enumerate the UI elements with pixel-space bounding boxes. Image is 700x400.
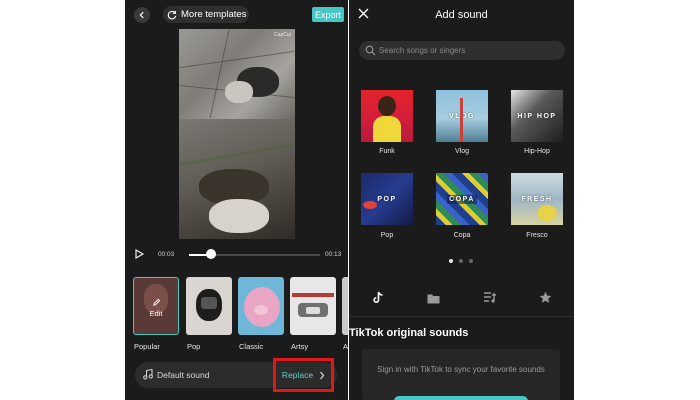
genre-label: Hip-Hop — [524, 148, 550, 155]
folder-icon[interactable] — [427, 293, 440, 304]
genre-label: Fresco — [526, 232, 548, 239]
genre-overlay-text: FRESH — [521, 195, 553, 203]
genre-funk[interactable] — [361, 90, 413, 142]
genre-vlog[interactable]: VLOG — [436, 90, 488, 142]
genre-thumbnail-image — [373, 116, 401, 142]
total-time: 00:13 — [325, 251, 342, 258]
music-note-icon — [143, 369, 153, 380]
signin-button[interactable] — [394, 396, 528, 400]
template-ar[interactable] — [342, 277, 348, 335]
replace-button[interactable]: Replace — [273, 358, 334, 392]
car-image — [306, 307, 320, 314]
back-button[interactable] — [134, 7, 150, 23]
template-popular[interactable]: Edit — [133, 277, 179, 335]
page-dot[interactable] — [449, 259, 453, 263]
genre-thumbnail-image — [363, 201, 377, 209]
template-artsy[interactable] — [290, 277, 336, 335]
section-title: TikTok original sounds — [349, 327, 469, 339]
signin-card: Sign in with TikTok to sync your favorit… — [362, 349, 560, 400]
template-pop[interactable] — [186, 277, 232, 335]
template-label: Popular — [134, 342, 160, 351]
search-bar[interactable] — [359, 41, 565, 60]
export-button[interactable]: Export — [312, 7, 344, 22]
genre-overlay-text: POP — [377, 195, 397, 203]
more-templates-label: More templates — [181, 9, 247, 20]
genre-overlay-text: HIP HOP — [517, 112, 557, 120]
watermark-label: CapCut — [274, 32, 291, 38]
bridge-tower-image — [460, 98, 463, 142]
signin-text: Sign in with TikTok to sync your favorit… — [377, 365, 545, 374]
genre-fresco[interactable]: FRESH — [511, 173, 563, 225]
genre-overlay-text: COPA — [447, 194, 477, 204]
add-sound-title: Add sound — [435, 9, 488, 21]
genre-thumbnail-image — [378, 96, 396, 116]
pencil-icon — [152, 298, 160, 306]
video-frame-top — [179, 29, 295, 119]
edit-button[interactable]: Edit — [134, 298, 178, 318]
chevron-left-icon — [139, 11, 144, 19]
genre-copa[interactable]: COPA — [436, 173, 488, 225]
edit-label: Edit — [149, 309, 163, 318]
default-sound-label: Default sound — [157, 370, 210, 380]
genre-hip-hop[interactable]: HIP HOP — [511, 90, 563, 142]
cat-image — [225, 81, 253, 103]
video-preview[interactable]: CapCut — [179, 29, 295, 239]
camera-image — [201, 297, 217, 309]
page-dot[interactable] — [459, 259, 463, 263]
current-time: 00:03 — [158, 251, 175, 258]
bridge-image — [292, 293, 334, 297]
genre-label: Vlog — [454, 148, 469, 155]
star-icon[interactable] — [539, 291, 552, 304]
template-label: Pop — [187, 342, 201, 351]
progress-thumb[interactable] — [206, 249, 217, 259]
genre-label: Funk — [379, 148, 395, 155]
template-editor-screen: More templates Export CapCut 00:03 00:13… — [125, 0, 348, 400]
refresh-icon — [167, 10, 177, 19]
play-icon[interactable] — [135, 249, 144, 259]
template-label: Ar — [343, 342, 348, 351]
person-image — [209, 199, 269, 233]
template-classic[interactable] — [238, 277, 284, 335]
genre-label: Copa — [453, 232, 471, 239]
chevron-right-icon — [320, 371, 325, 379]
genre-label: Pop — [380, 232, 394, 239]
lemon-image — [537, 205, 557, 221]
template-label: Artsy — [291, 342, 309, 351]
pig-snout-image — [254, 305, 268, 315]
search-input[interactable] — [379, 43, 559, 58]
tiktok-icon[interactable] — [372, 291, 384, 304]
replace-label: Replace — [281, 370, 314, 380]
more-templates-button[interactable]: More templates — [163, 6, 249, 23]
search-icon — [365, 45, 376, 56]
page-dot[interactable] — [469, 259, 473, 263]
genre-pop[interactable]: POP — [361, 173, 413, 225]
tab-divider — [349, 316, 574, 317]
add-sound-screen: Add sound Funk VLOG Vlog HIP HOP Hip-Hop… — [349, 0, 574, 400]
playlist-icon[interactable] — [483, 291, 497, 303]
template-label: Classic — [239, 342, 264, 351]
